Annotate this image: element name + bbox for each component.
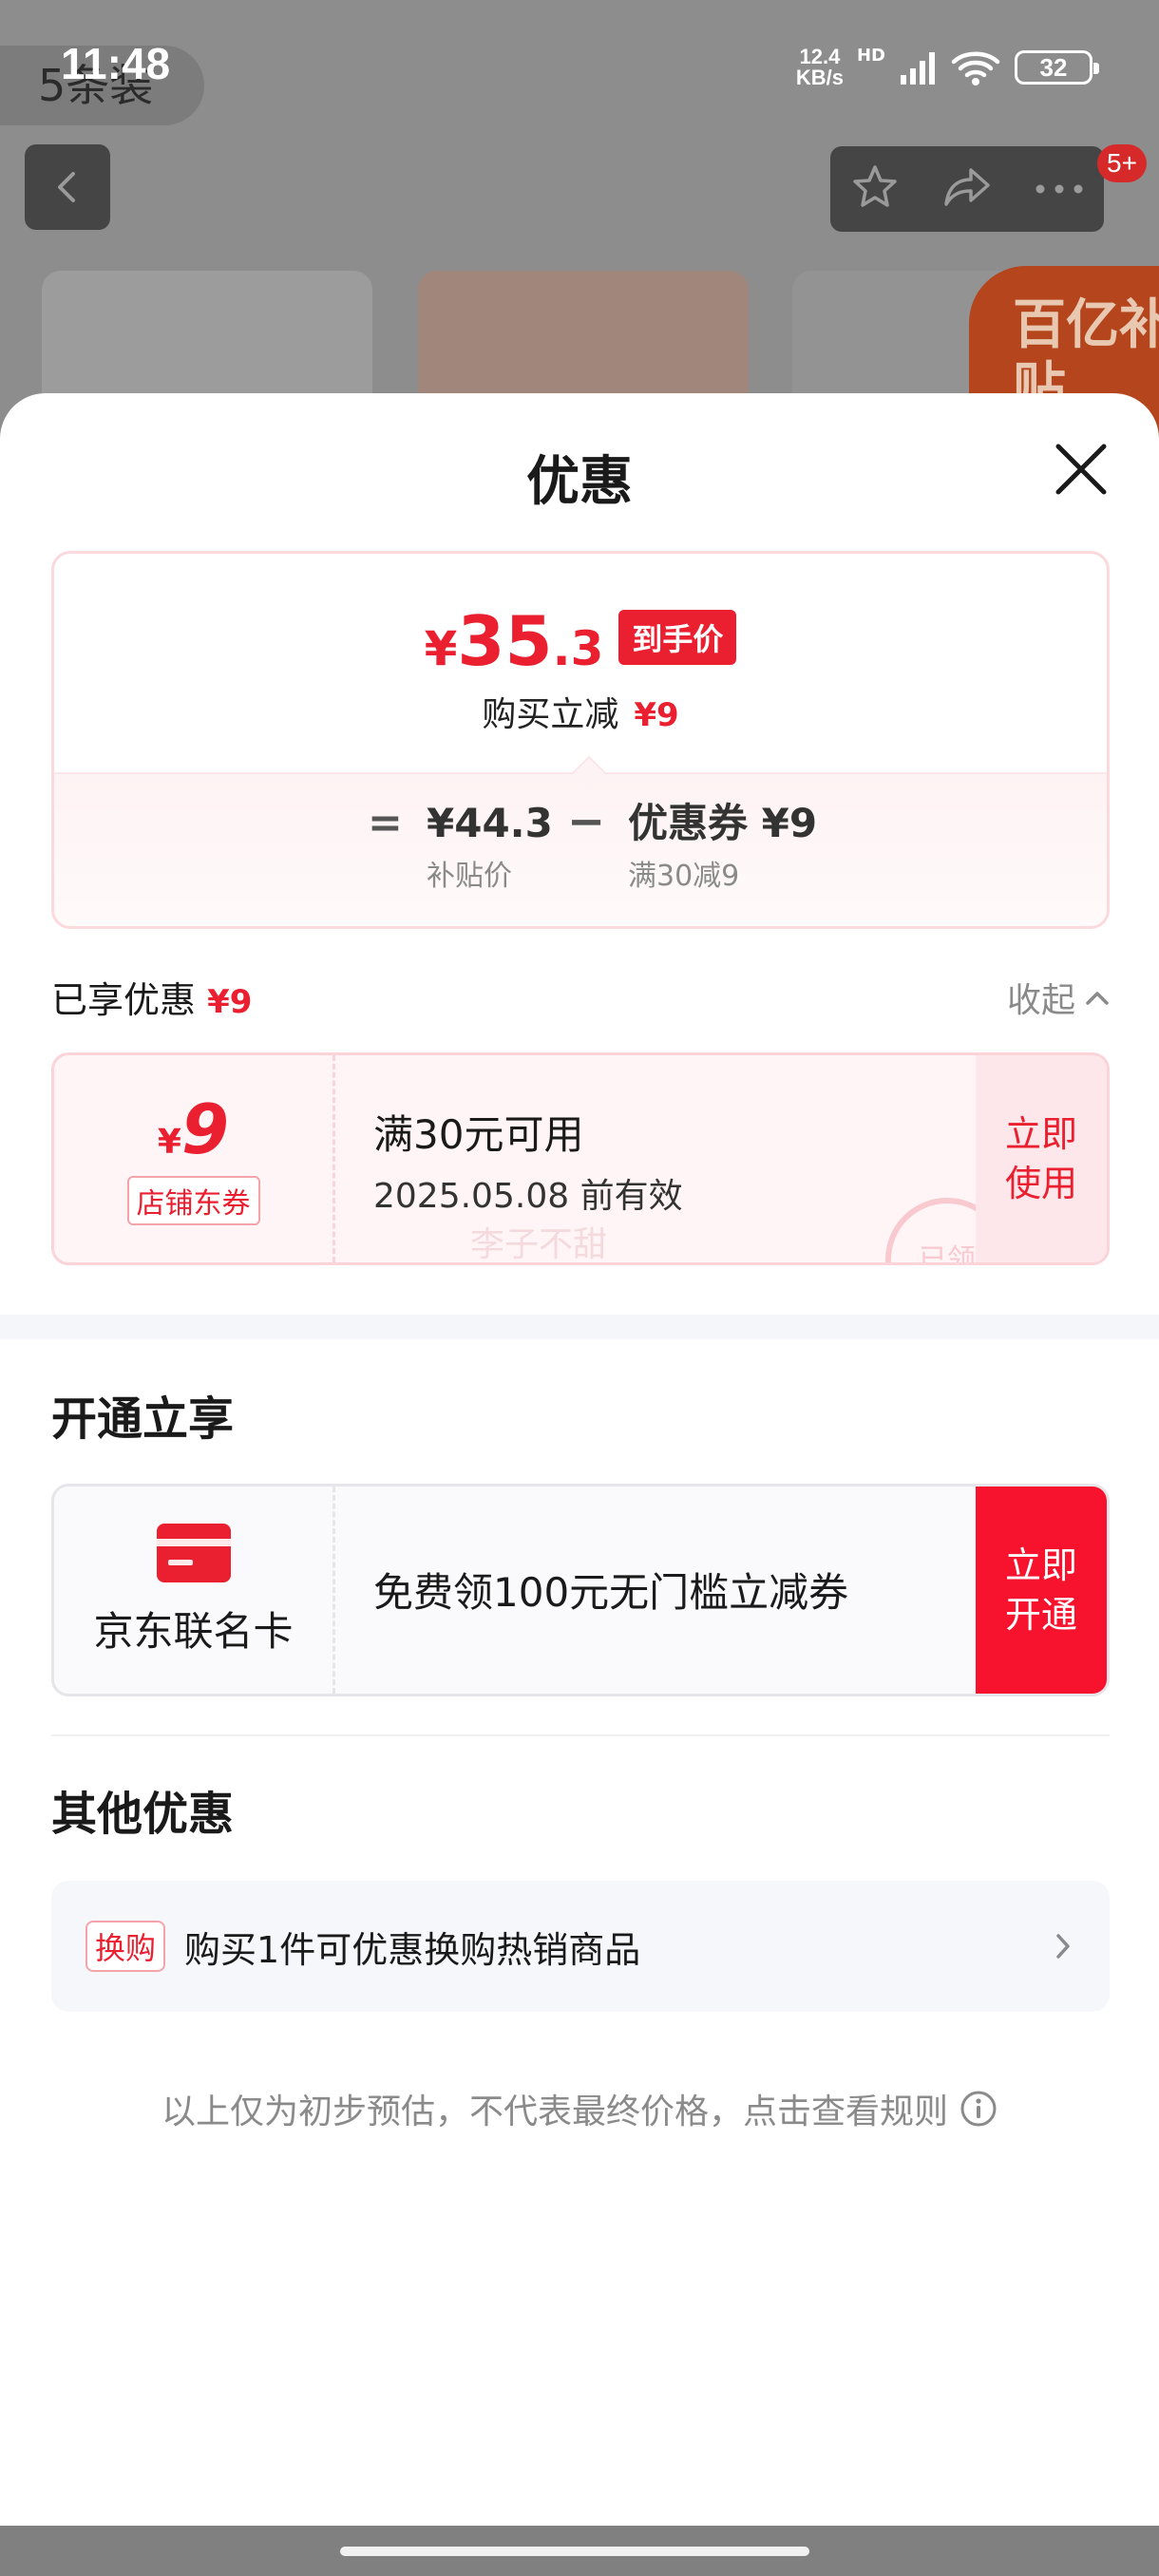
store-coupon-card: ¥ 9 店铺东券 满30元可用 2025.05.08 前有效 李子不甜 已领 立…: [51, 1052, 1110, 1265]
card-icon: [156, 1523, 231, 1582]
coupon-value-block: ¥ 9 店铺东券: [54, 1055, 335, 1262]
other-offers-section-title: 其他优惠: [51, 1788, 235, 1841]
star-icon: [853, 165, 898, 207]
card-offer-desc: 免费领100元无门槛立减券: [373, 1569, 849, 1616]
status-time: 11:48: [61, 39, 171, 88]
swap-tag: 换购: [86, 1921, 166, 1972]
coupon-expiry: 2025.05.08 前有效: [373, 1177, 683, 1216]
back-button[interactable]: [25, 144, 110, 230]
battery-indicator: 32: [1015, 50, 1099, 85]
swap-offer-text: 购买1件可优惠换购热销商品: [184, 1928, 641, 1971]
co-branded-card-offer: 京东联名卡 免费领100元无门槛立减券 立即 开通: [51, 1484, 1110, 1696]
favorite-button[interactable]: [850, 162, 900, 216]
watermark: 李子不甜: [470, 1225, 608, 1264]
more-button[interactable]: [1035, 180, 1084, 199]
divider: [51, 1734, 1110, 1736]
price-summary: ¥ 35 .3 到手价 购买立减 ¥9 = ¥44.3 补贴价 − 优惠券 ¥9…: [51, 551, 1110, 929]
chevron-right-icon: [1056, 1934, 1070, 1959]
system-navigation-bar: [0, 2526, 1159, 2576]
final-price-tag: 到手价: [618, 610, 737, 665]
share-icon: [944, 168, 990, 206]
share-button[interactable]: [940, 162, 994, 216]
coupon-deduction: 优惠券 ¥9 满30减9: [628, 800, 818, 893]
enjoyed-discount-row: 已享优惠 ¥9 收起: [51, 971, 1110, 1023]
use-coupon-button[interactable]: 立即 使用: [976, 1055, 1107, 1262]
coupon-condition: 满30元可用: [373, 1111, 584, 1158]
membership-section-title: 开通立享: [51, 1392, 235, 1446]
open-card-button[interactable]: 立即 开通: [976, 1487, 1107, 1694]
close-icon: [1055, 444, 1107, 495]
info-icon: [960, 2091, 997, 2127]
section-divider: [0, 1315, 1159, 1339]
coupon-amount: ¥ 9: [157, 1089, 230, 1169]
instant-discount: 购买立减 ¥9: [482, 695, 679, 734]
coupon-type-tag: 店铺东券: [126, 1176, 260, 1225]
home-gesture-handle[interactable]: [340, 2547, 809, 2556]
chevron-up-icon: [1086, 991, 1109, 1005]
sheet-title: 优惠: [526, 451, 633, 513]
card-name: 京东联名卡: [93, 1607, 294, 1655]
final-price: ¥ 35 .3 到手价: [54, 601, 1107, 681]
discount-sheet: 优惠 ¥ 35 .3 到手价 购买立减 ¥9 = ¥44.3 补贴价 − 优惠券…: [0, 393, 1159, 2526]
swap-offer-row[interactable]: 换购 购买1件可优惠换购热销商品: [51, 1881, 1110, 2012]
enjoyed-discount-label: 已享优惠 ¥9: [51, 979, 253, 1021]
card-info: 京东联名卡: [54, 1487, 335, 1694]
hd-indicator: HD: [856, 46, 885, 66]
rules-disclaimer[interactable]: 以上仅为初步预估，不代表最终价格，点击查看规则: [0, 2084, 1159, 2133]
wifi-icon: [951, 51, 1000, 85]
more-icon: [1036, 184, 1083, 193]
top-actions: [830, 146, 1104, 232]
status-indicators: 12.4 KB/s HD 32: [795, 44, 1099, 91]
price-breakdown: = ¥44.3 补贴价 − 优惠券 ¥9 满30减9: [54, 772, 1107, 926]
coupon-details: 满30元可用 2025.05.08 前有效: [373, 1103, 683, 1218]
status-bar: 11:48 12.4 KB/s HD 32: [0, 0, 1159, 133]
close-button[interactable]: [1053, 441, 1110, 498]
subsidy-price: ¥44.3 补贴价: [427, 800, 553, 893]
network-speed: 12.4 KB/s: [795, 45, 844, 89]
back-icon: [58, 172, 75, 202]
message-badge: 5+: [1097, 144, 1147, 182]
collapse-button[interactable]: 收起: [1007, 973, 1110, 1022]
signal-icon: [901, 52, 935, 85]
